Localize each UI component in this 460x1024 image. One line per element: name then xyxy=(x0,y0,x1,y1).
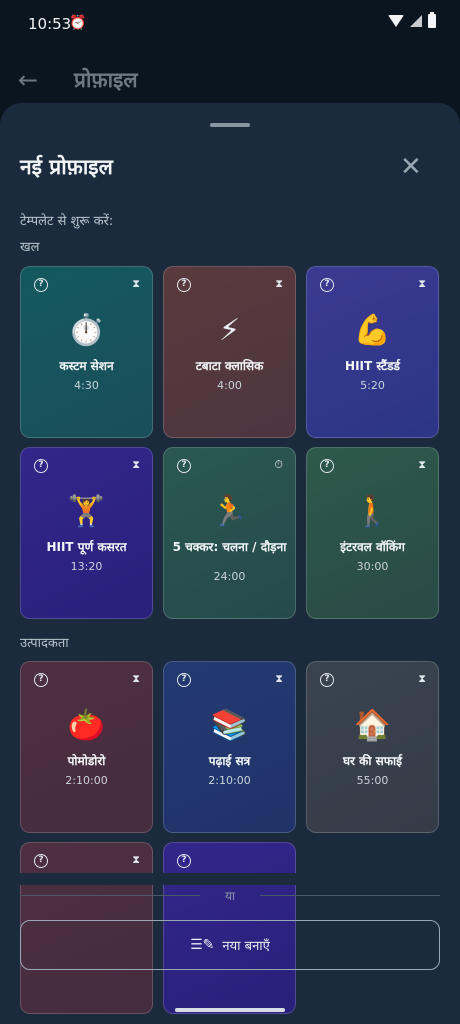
edit-list-icon: ☰✎ xyxy=(190,937,215,953)
card-duration: 5:20 xyxy=(360,379,385,392)
template-card[interactable]: ? ⧗ 📚 पढ़ाई सत्र 2:10:00 xyxy=(163,661,296,833)
card-name: HIIT पूर्ण कसरत xyxy=(46,540,127,554)
card-duration: 4:30 xyxy=(74,379,99,392)
hourglass-icon: ⧗ xyxy=(418,672,426,685)
divider-line xyxy=(260,895,440,896)
hourglass-icon: ⧗ xyxy=(275,277,283,290)
card-duration: 24:00 xyxy=(213,570,246,583)
card-duration: 13:20 xyxy=(70,560,103,573)
card-name: कस्टम सेशन xyxy=(59,359,114,373)
help-icon[interactable]: ? xyxy=(177,278,191,292)
template-card[interactable]: ? ⧗ 💪 HIIT स्टैंडर्ड 5:20 xyxy=(306,266,439,438)
house-icon: 🏠 xyxy=(353,708,392,743)
card-name: HIIT स्टैंडर्ड xyxy=(345,359,400,373)
alarm-icon: ⏰ xyxy=(69,15,87,31)
card-duration: 2:10:00 xyxy=(65,774,108,787)
weightlifter-icon: 🏋️ xyxy=(67,494,106,529)
help-icon[interactable]: ? xyxy=(34,459,48,473)
flexed-biceps-icon: 💪 xyxy=(353,313,392,348)
tomato-icon: 🍅 xyxy=(67,708,106,743)
runner-icon: 🏃 xyxy=(210,494,249,529)
timer-icon: ⏱ xyxy=(274,458,283,471)
stopwatch-icon: ⏱️ xyxy=(67,313,106,348)
template-card[interactable]: ? ⧗ 🏠 घर की सफाई 55:00 xyxy=(306,661,439,833)
help-icon[interactable]: ? xyxy=(320,278,334,292)
card-duration: 30:00 xyxy=(356,560,389,573)
help-icon[interactable]: ? xyxy=(177,673,191,687)
card-name: पोमोडोरो xyxy=(67,754,106,768)
template-card[interactable]: ? ⧗ 🍅 पोमोडोरो 2:10:00 xyxy=(20,661,153,833)
card-duration: 55:00 xyxy=(356,774,389,787)
help-icon[interactable]: ? xyxy=(34,854,48,868)
help-icon[interactable]: ? xyxy=(34,278,48,292)
signal-icon xyxy=(410,15,422,27)
template-card[interactable]: ? ⧗ 🚶 इंटरवल वॉकिंग 30:00 xyxy=(306,447,439,619)
template-card[interactable]: ? ⧗ 🏋️ HIIT पूर्ण कसरत 13:20 xyxy=(20,447,153,619)
scroll-edge xyxy=(0,873,460,885)
template-subtitle: टेम्पलेट से शुरू करें: xyxy=(20,214,114,229)
sheet-title: नई प्रोफ़ाइल xyxy=(20,155,113,179)
or-divider: या xyxy=(20,885,440,905)
back-arrow-icon[interactable]: ← xyxy=(18,66,38,94)
card-name: टबाटा क्लासिक xyxy=(195,359,264,373)
card-name: 5 चक्कर: चलना / दौड़ना xyxy=(172,540,287,554)
help-icon[interactable]: ? xyxy=(177,459,191,473)
create-new-button[interactable]: ☰✎ नया बनाएँ xyxy=(20,920,440,970)
books-icon: 📚 xyxy=(210,708,249,743)
status-icons xyxy=(388,12,436,28)
new-profile-sheet: नई प्रोफ़ाइल ✕ टेम्पलेट से शुरू करें: खल… xyxy=(0,103,460,1024)
wifi-icon xyxy=(388,15,404,27)
help-icon[interactable]: ? xyxy=(177,854,191,868)
hourglass-icon: ⧗ xyxy=(418,277,426,290)
hourglass-icon: ⧗ xyxy=(418,458,426,471)
hourglass-icon: ⧗ xyxy=(132,458,140,471)
card-duration: 2:10:00 xyxy=(208,774,251,787)
page-title: प्रोफ़ाइल xyxy=(74,68,138,92)
hourglass-icon: ⧗ xyxy=(132,277,140,290)
walker-icon: 🚶 xyxy=(353,494,392,529)
close-icon[interactable]: ✕ xyxy=(400,153,422,181)
hourglass-icon: ⧗ xyxy=(275,672,283,685)
help-icon[interactable]: ? xyxy=(320,459,334,473)
create-new-label: नया बनाएँ xyxy=(222,939,270,954)
section-label-productivity: उत्पादकता xyxy=(20,636,69,651)
hourglass-icon: ⧗ xyxy=(132,853,140,866)
drag-handle[interactable] xyxy=(210,123,250,127)
help-icon[interactable]: ? xyxy=(34,673,48,687)
card-name: पढ़ाई सत्र xyxy=(208,754,251,768)
card-name: घर की सफाई xyxy=(342,754,403,768)
battery-icon xyxy=(428,12,436,28)
template-card[interactable]: ? ⏱ 🏃 5 चक्कर: चलना / दौड़ना 24:00 xyxy=(163,447,296,619)
card-name: इंटरवल वॉकिंग xyxy=(340,540,405,554)
hourglass-icon: ⧗ xyxy=(132,672,140,685)
lightning-icon: ⚡ xyxy=(218,313,241,348)
gesture-nav-bar[interactable] xyxy=(175,1008,285,1012)
section-label-sports: खल xyxy=(20,240,40,255)
status-bar: 10:53 ⏰ xyxy=(0,0,460,48)
card-duration: 4:00 xyxy=(217,379,242,392)
template-card[interactable]: ? ⧗ ⚡ टबाटा क्लासिक 4:00 xyxy=(163,266,296,438)
app-bar: ← प्रोफ़ाइल xyxy=(0,52,460,108)
help-icon[interactable]: ? xyxy=(320,673,334,687)
status-time: 10:53 xyxy=(28,15,72,33)
template-card[interactable]: ? ⧗ ⏱️ कस्टम सेशन 4:30 xyxy=(20,266,153,438)
